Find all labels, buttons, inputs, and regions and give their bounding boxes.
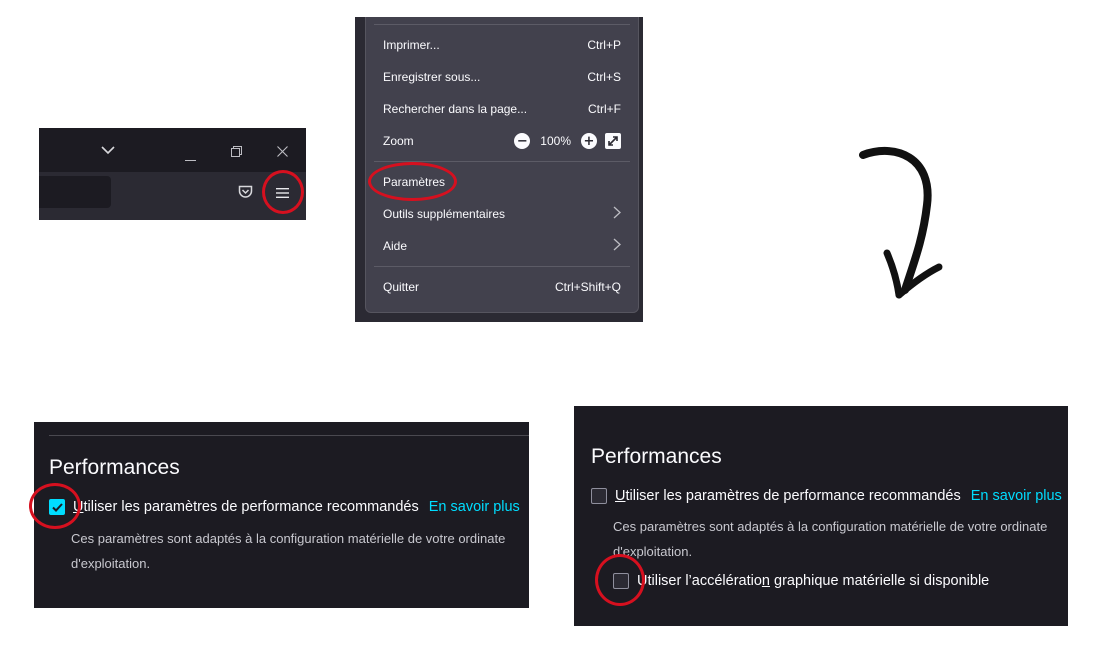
chevron-down-icon[interactable] bbox=[101, 142, 115, 158]
settings-performance-after: Performances Utiliser les paramètres de … bbox=[574, 406, 1068, 626]
menu-item-label: Enregistrer sous... bbox=[383, 70, 481, 84]
zoom-label: Zoom bbox=[383, 134, 414, 148]
menu-item-shortcut: Ctrl+Shift+Q bbox=[554, 280, 621, 294]
learn-more-link[interactable]: En savoir plus bbox=[971, 488, 1062, 504]
checkbox-label-text: tiliser les paramètres de performance re… bbox=[83, 499, 419, 515]
menu-item-label: Outils supplémentaires bbox=[383, 207, 506, 221]
recommended-settings-row: Utiliser les paramètres de performance r… bbox=[49, 499, 520, 515]
menu-item-save-as[interactable]: Enregistrer sous... Ctrl+S bbox=[383, 63, 621, 91]
browser-toolbar-crop bbox=[39, 128, 306, 220]
section-title: Performances bbox=[49, 456, 180, 479]
title-bar bbox=[39, 128, 306, 172]
menu-item-label: Rechercher dans la page... bbox=[383, 102, 528, 116]
menu-item-label: Imprimer... bbox=[383, 38, 440, 52]
description-line: d'exploitation. bbox=[613, 544, 693, 559]
description-line: d'exploitation. bbox=[71, 556, 151, 571]
menu-item-find-in-page[interactable]: Rechercher dans la page... Ctrl+F bbox=[383, 95, 621, 123]
hardware-acceleration-row: Utiliser l’accélération graphique matéri… bbox=[613, 573, 989, 589]
access-key: n bbox=[761, 573, 770, 589]
annotation-circle-checked-box bbox=[29, 483, 81, 529]
zoom-controls: − 100% + bbox=[514, 133, 621, 149]
menu-item-shortcut: Ctrl+P bbox=[587, 38, 621, 52]
hand-drawn-arrow-icon bbox=[859, 147, 943, 299]
menu-item-print[interactable]: Imprimer... Ctrl+P bbox=[383, 31, 621, 59]
checkbox-label-text: tiliser les paramètres de performance re… bbox=[625, 488, 961, 504]
close-icon[interactable] bbox=[277, 144, 288, 160]
checkbox-label: Utiliser les paramètres de performance r… bbox=[73, 499, 419, 515]
zoom-out-button[interactable]: − bbox=[514, 133, 531, 149]
pocket-icon[interactable] bbox=[238, 185, 253, 202]
url-bar[interactable] bbox=[39, 176, 111, 208]
checkbox-label: Utiliser l’accélération graphique matéri… bbox=[637, 573, 989, 589]
menu-item-zoom: Zoom − 100% + bbox=[383, 127, 621, 155]
annotation-circle-menu-button bbox=[262, 170, 304, 214]
recommended-settings-row: Utiliser les paramètres de performance r… bbox=[591, 488, 1062, 504]
checkbox-label-text: Utiliser l’accélératio bbox=[637, 573, 762, 589]
minimize-icon[interactable] bbox=[185, 149, 196, 165]
menu-item-shortcut: Ctrl+F bbox=[588, 102, 621, 116]
learn-more-link[interactable]: En savoir plus bbox=[429, 499, 520, 515]
zoom-value: 100% bbox=[540, 134, 571, 148]
menu-separator bbox=[374, 266, 630, 267]
menu-item-label: Aide bbox=[383, 239, 408, 253]
recommended-settings-checkbox[interactable] bbox=[591, 488, 607, 504]
menu-item-shortcut: Ctrl+S bbox=[587, 70, 621, 84]
annotation-circle-hardware-acceleration bbox=[595, 554, 645, 606]
menu-item-quit[interactable]: Quitter Ctrl+Shift+Q bbox=[383, 273, 621, 301]
fullscreen-icon[interactable] bbox=[605, 133, 621, 149]
menu-separator bbox=[374, 24, 630, 25]
description-line: Ces paramètres sont adaptés à la configu… bbox=[613, 519, 1048, 534]
chevron-right-icon bbox=[613, 238, 621, 255]
section-title: Performances bbox=[591, 445, 722, 468]
annotation-circle-settings bbox=[368, 162, 457, 201]
checkbox-label-text: graphique matérielle si disponible bbox=[769, 573, 990, 589]
zoom-in-button[interactable]: + bbox=[581, 133, 597, 149]
chevron-right-icon bbox=[613, 206, 621, 223]
description-line: Ces paramètres sont adaptés à la configu… bbox=[71, 531, 506, 546]
menu-item-label: Quitter bbox=[383, 280, 420, 294]
restore-icon[interactable] bbox=[231, 144, 242, 160]
menu-item-more-tools[interactable]: Outils supplémentaires bbox=[383, 200, 621, 228]
access-key: U bbox=[615, 488, 626, 504]
recommended-settings-description: Ces paramètres sont adaptés à la configu… bbox=[71, 526, 505, 576]
settings-performance-before: Performances Utiliser les paramètres de … bbox=[34, 422, 529, 608]
section-divider bbox=[49, 435, 529, 436]
recommended-settings-description: Ces paramètres sont adaptés à la configu… bbox=[613, 514, 1047, 564]
menu-item-help[interactable]: Aide bbox=[383, 232, 621, 260]
checkbox-label: Utiliser les paramètres de performance r… bbox=[615, 488, 961, 504]
